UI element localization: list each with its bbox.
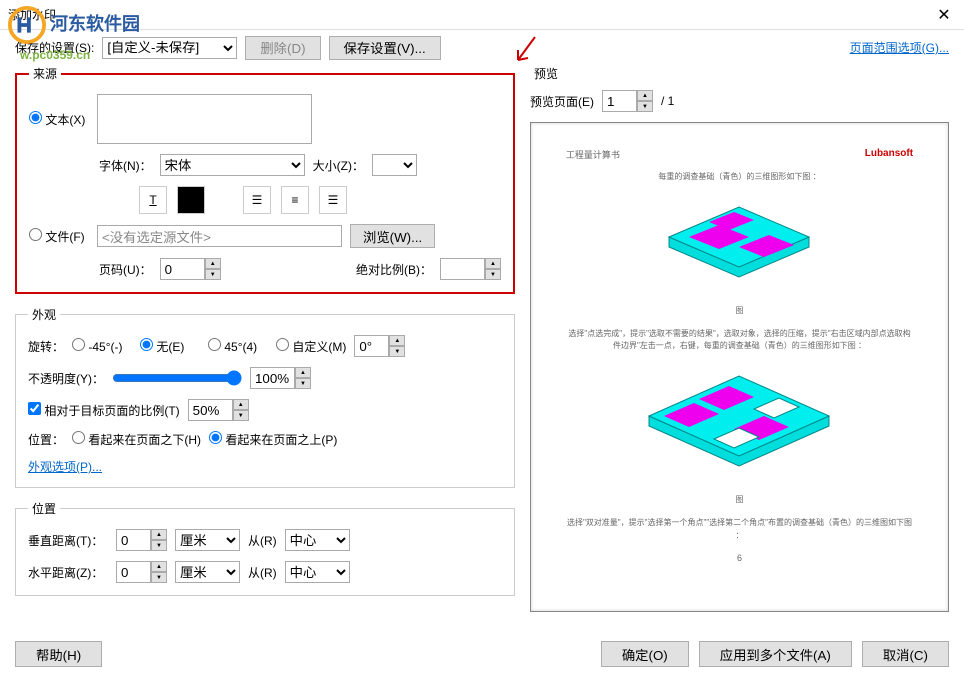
- iso-diagram-2: [624, 366, 854, 481]
- cancel-button[interactable]: 取消(C): [862, 641, 949, 667]
- file-radio[interactable]: [29, 228, 42, 241]
- opacity-label: 不透明度(Y)：: [28, 370, 104, 387]
- page-num-label: 页码(U)：: [99, 261, 152, 278]
- hdist-from-select[interactable]: 中心: [285, 561, 350, 583]
- preview-page-spinner[interactable]: ▲▼: [602, 90, 653, 112]
- rotate-45-radio[interactable]: 45°(4): [208, 338, 268, 354]
- iso-diagram-1: [639, 197, 839, 292]
- text-radio[interactable]: [29, 111, 42, 124]
- abs-scale-label: 绝对比例(B)：: [356, 261, 432, 278]
- position-fieldset: 位置 垂直距离(T)： ▲▼ 厘米 从(R) 中心 水平距离(Z)： ▲▼ 厘米…: [15, 500, 515, 596]
- underline-icon[interactable]: T: [139, 186, 167, 214]
- rotate-spinner[interactable]: ▲▼: [354, 335, 405, 357]
- under-radio[interactable]: 看起来在页面之下(H): [72, 431, 201, 448]
- relative-spinner[interactable]: ▲▼: [188, 399, 249, 421]
- hdist-from-label: 从(R): [248, 564, 277, 581]
- align-left-icon[interactable]: ☰: [243, 186, 271, 214]
- relative-scale-checkbox[interactable]: 相对于目标页面的比例(T): [28, 402, 180, 419]
- file-radio-label[interactable]: 文件(F): [29, 228, 89, 245]
- preview-page: 工程量计算书 Lubansoft 每重的调查基础（青色）的三维图形如下图 ：: [551, 133, 928, 578]
- vdist-label: 垂直距离(T)：: [28, 532, 108, 549]
- page-spinner[interactable]: ▲▼: [160, 258, 221, 280]
- rotate-neg45-radio[interactable]: -45°(-): [72, 338, 132, 354]
- delete-button[interactable]: 删除(D): [245, 36, 320, 60]
- file-path-input[interactable]: [97, 225, 342, 247]
- opacity-slider[interactable]: [112, 370, 242, 386]
- vdist-spinner[interactable]: ▲▼: [116, 529, 167, 551]
- size-label: 大小(Z)：: [313, 157, 364, 174]
- hdist-spinner[interactable]: ▲▼: [116, 561, 167, 583]
- red-arrow-annotation: [510, 35, 540, 70]
- window-title: 添加水印: [8, 6, 924, 23]
- font-select[interactable]: 宋体: [160, 154, 305, 176]
- location-label: 位置：: [28, 431, 64, 448]
- close-icon[interactable]: ✕: [924, 0, 964, 30]
- opacity-spinner[interactable]: ▲▼: [250, 367, 311, 389]
- text-radio-label[interactable]: 文本(X): [29, 111, 89, 128]
- appearance-fieldset: 外观 旋转： -45°(-) 无(E) 45°(4) 自定义(M) ▲▼ 不透明…: [15, 306, 515, 488]
- color-icon[interactable]: [177, 186, 205, 214]
- rotate-custom-radio[interactable]: 自定义(M): [276, 338, 346, 355]
- preview-page-number: 6: [737, 553, 742, 563]
- watermark-text-input[interactable]: [97, 94, 312, 144]
- hdist-unit-select[interactable]: 厘米: [175, 561, 240, 583]
- help-button[interactable]: 帮助(H): [15, 641, 102, 667]
- position-legend: 位置: [28, 500, 60, 517]
- font-label: 字体(N)：: [99, 157, 152, 174]
- vdist-from-label: 从(R): [248, 532, 277, 549]
- preview-area: 工程量计算书 Lubansoft 每重的调查基础（青色）的三维图形如下图 ：: [530, 122, 949, 612]
- scale-spinner[interactable]: ▲▼: [440, 258, 501, 280]
- size-select[interactable]: [372, 154, 417, 176]
- apply-multiple-button[interactable]: 应用到多个文件(A): [699, 641, 852, 667]
- page-range-link[interactable]: 页面范围选项(G)...: [850, 39, 949, 56]
- ok-button[interactable]: 确定(O): [601, 641, 689, 667]
- saved-settings-label: 保存的设置(S):: [15, 39, 94, 56]
- appearance-options-link[interactable]: 外观选项(P)...: [28, 458, 102, 475]
- preview-total: / 1: [661, 94, 674, 108]
- browse-button[interactable]: 浏览(W)...: [350, 224, 435, 248]
- over-radio[interactable]: 看起来在页面之上(P): [209, 431, 337, 448]
- rotate-label: 旋转：: [28, 338, 64, 355]
- preview-page-label: 预览页面(E): [530, 93, 594, 110]
- vdist-unit-select[interactable]: 厘米: [175, 529, 240, 551]
- preview-fieldset: 预览 预览页面(E) ▲▼ / 1 工程量计算书 Lubansoft 每重的调查…: [530, 65, 949, 612]
- align-right-icon[interactable]: ☰: [319, 186, 347, 214]
- rotate-none-radio[interactable]: 无(E): [140, 338, 200, 355]
- save-settings-button[interactable]: 保存设置(V)...: [329, 36, 441, 60]
- hdist-label: 水平距离(Z)：: [28, 564, 108, 581]
- appearance-legend: 外观: [28, 306, 60, 323]
- lubansoft-logo: Lubansoft: [865, 148, 913, 161]
- align-center-icon[interactable]: ≡: [281, 186, 309, 214]
- vdist-from-select[interactable]: 中心: [285, 529, 350, 551]
- saved-settings-select[interactable]: [自定义-未保存]: [102, 37, 237, 59]
- source-legend: 来源: [29, 65, 61, 82]
- source-fieldset: 来源 文本(X) 字体(N)： 宋体 大小(Z)： T ☰ ≡ ☰ 文件(F): [15, 65, 515, 294]
